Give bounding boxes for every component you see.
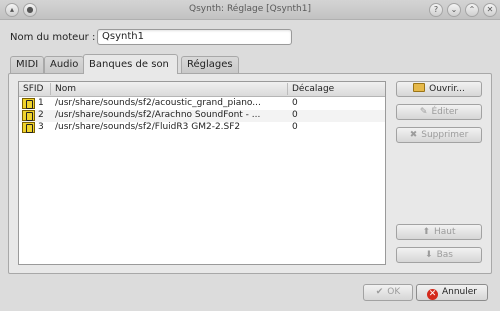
tab-audio[interactable]: Audio [44, 56, 85, 73]
column-header-sfid[interactable]: SFID [23, 84, 43, 94]
list-item[interactable]: 3 /usr/share/sounds/sf2/FluidR3 GM2-2.SF… [19, 122, 385, 134]
soundfont-id: 3 [38, 122, 44, 132]
soundfont-icon [22, 98, 35, 109]
tab-settings[interactable]: Réglages [181, 56, 239, 73]
column-header-offset[interactable]: Décalage [292, 84, 334, 94]
remove-button-label: Supprimer [421, 130, 469, 140]
title-bar: ▴ ● Qsynth: Réglage [Qsynth1] ? ⌄ ⌃ ✕ [0, 0, 500, 20]
list-header: SFID Nom Décalage [19, 82, 385, 97]
window-title: Qsynth: Réglage [Qsynth1] [189, 4, 311, 14]
column-divider[interactable] [50, 83, 51, 95]
close-icon[interactable]: ✕ [483, 3, 497, 17]
ok-button-label: OK [387, 287, 401, 297]
column-divider[interactable] [287, 83, 288, 95]
soundfont-path: /usr/share/sounds/sf2/acoustic_grand_pia… [55, 98, 261, 108]
soundfont-offset: 0 [292, 122, 298, 132]
help-icon[interactable]: ? [429, 3, 443, 17]
move-up-button-label: Haut [434, 227, 456, 237]
cancel-button[interactable]: ✕ Annuler [416, 284, 488, 301]
soundfont-list[interactable]: SFID Nom Décalage 1 /usr/share/sounds/sf… [18, 81, 386, 265]
edit-icon: ✎ [419, 107, 428, 117]
edit-button-label: Éditer [431, 107, 459, 117]
soundfont-offset: 0 [292, 98, 298, 108]
arrow-down-icon: ⬇ [425, 250, 433, 260]
soundfont-id: 2 [38, 110, 44, 120]
move-up-button[interactable]: ⬆ Haut [396, 224, 482, 240]
remove-icon: ✖ [409, 130, 418, 140]
soundfont-path: /usr/share/sounds/sf2/FluidR3 GM2-2.SF2 [55, 122, 241, 132]
move-down-button[interactable]: ⬇ Bas [396, 247, 482, 263]
soundfont-offset: 0 [292, 110, 298, 120]
engine-name-input[interactable]: Qsynth1 [97, 29, 292, 45]
soundfont-icon [22, 110, 35, 121]
list-item[interactable]: 2 /usr/share/sounds/sf2/Arachno SoundFon… [19, 110, 385, 122]
engine-name-label: Nom du moteur : [10, 32, 96, 43]
tab-soundfonts[interactable]: Banques de son [83, 54, 178, 74]
move-down-button-label: Bas [436, 250, 453, 260]
edit-button[interactable]: ✎ Éditer [396, 104, 482, 120]
open-button[interactable]: Ouvrir... [396, 81, 482, 97]
list-item[interactable]: 1 /usr/share/sounds/sf2/acoustic_grand_p… [19, 98, 385, 110]
arrow-up-icon: ⬆ [422, 227, 431, 237]
soundfont-id: 1 [38, 98, 44, 108]
cancel-button-label: Annuler [441, 287, 477, 297]
open-button-label: Ouvrir... [429, 84, 465, 94]
cancel-icon: ✕ [426, 289, 438, 300]
ok-button[interactable]: ✔ OK [363, 284, 413, 301]
folder-open-icon [413, 83, 426, 92]
tab-midi[interactable]: MIDI [10, 56, 45, 73]
remove-button[interactable]: ✖ Supprimer [396, 127, 482, 143]
soundfont-icon [22, 122, 35, 133]
soundfont-path: /usr/share/sounds/sf2/Arachno SoundFont … [55, 110, 261, 120]
column-header-name[interactable]: Nom [55, 84, 76, 94]
check-icon: ✔ [375, 287, 384, 297]
minimize-icon[interactable]: ⌄ [447, 3, 461, 17]
maximize-icon[interactable]: ⌃ [465, 3, 479, 17]
